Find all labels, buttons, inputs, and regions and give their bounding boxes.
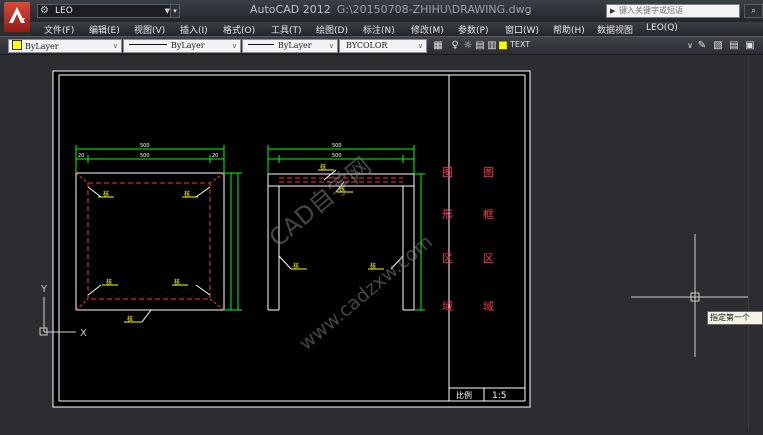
label-e: 核	[127, 315, 133, 323]
dim-inner: 500	[140, 153, 150, 159]
panel1-char-2: 区	[442, 252, 453, 265]
layer-dropdown[interactable]: ByLayer ∨	[8, 39, 122, 53]
color-swatch	[12, 40, 22, 50]
linetype-value: ByLayer	[171, 41, 205, 50]
file-path: G:\20150708-ZHIHU\DRAWING.dwg	[336, 3, 532, 16]
dim-total: 500	[140, 143, 150, 149]
panel1-char-3: 域	[442, 300, 453, 313]
triangle-right-icon: ▶	[610, 7, 616, 15]
view2-label-a: 核	[320, 163, 326, 171]
menu-format[interactable]: 格式(O)	[223, 23, 255, 36]
chevron-down-icon: ∨	[112, 42, 118, 50]
quick-access-dropdown[interactable]: ▾	[170, 4, 180, 18]
drawing-viewport[interactable]: 比例 1:5 500 500 20 20 核 核 核 核 核 500 500 核…	[6, 56, 748, 430]
plotstyle-dropdown[interactable]: BYCOLOR ∨	[339, 39, 427, 53]
ucs-y-label: Y	[40, 284, 48, 295]
text-style-value[interactable]: TEXT	[510, 40, 530, 49]
lightbulb-icon[interactable]: ♀	[449, 40, 461, 52]
title-bar: ⚙ LEO ▼ ▾ AutoCAD 2012 G:\20150708-ZHIHU\…	[0, 0, 763, 22]
label-a: 核	[103, 190, 109, 198]
dim-side-left: 20	[78, 153, 84, 159]
multileader-style-icon[interactable]: ▤	[728, 40, 740, 52]
panel2-char-1: 框	[483, 208, 494, 221]
help-search-input[interactable]: ▶ 键入关键字或短语	[606, 4, 740, 18]
view2-label-d: 核	[370, 262, 376, 270]
layer-value: ByLayer	[25, 42, 59, 51]
chevron-down-icon: ∨	[328, 42, 334, 50]
panel2-char-0: 图	[483, 166, 494, 179]
dimension-style-icon[interactable]: ✎	[696, 40, 708, 52]
lineweight-dropdown[interactable]: ByLayer ∨	[242, 39, 338, 53]
workspace-label: LEO	[55, 6, 73, 16]
chevron-down-icon: ∨	[231, 42, 237, 50]
panel2-char-3: 域	[483, 300, 494, 313]
line-sample	[129, 44, 167, 45]
view2-label-c: 核	[293, 262, 299, 270]
label-c: 核	[106, 278, 112, 286]
window-title: AutoCAD 2012 G:\20150708-ZHIHU\DRAWING.dw…	[250, 3, 532, 16]
label-b: 核	[184, 190, 190, 198]
app-name: AutoCAD 2012	[250, 3, 331, 16]
properties-toolbar: ByLayer ∨ ByLayer ∨ ByLayer ∨ BYCOLOR ∨ …	[0, 36, 763, 55]
lineweight-value: ByLayer	[278, 41, 312, 50]
menu-insert[interactable]: 插入(I)	[180, 23, 208, 36]
search-icon[interactable]: ⌕	[744, 4, 763, 18]
search-placeholder: 键入关键字或短语	[619, 6, 683, 15]
vertical-scrollbar[interactable]	[748, 56, 763, 430]
command-prompt-tooltip: 指定第一个	[707, 311, 763, 325]
menu-modify[interactable]: 修改(M)	[411, 23, 444, 36]
menu-view[interactable]: 视图(V)	[134, 23, 165, 36]
panel1-char-0: 图	[442, 166, 453, 179]
menu-bar: 文件(F) 编辑(E) 视图(V) 插入(I) 格式(O) 工具(T) 绘图(D…	[30, 22, 763, 36]
autocad-logo-icon[interactable]	[4, 2, 30, 32]
menu-file[interactable]: 文件(F)	[44, 23, 74, 36]
menu-tools[interactable]: 工具(T)	[271, 23, 302, 36]
menu-data-view[interactable]: 数据视图	[597, 23, 633, 36]
menu-parameter[interactable]: 参数(P)	[458, 23, 488, 36]
dim-side-right: 20	[212, 153, 218, 159]
menu-dimension[interactable]: 标注(N)	[363, 23, 395, 36]
menu-help[interactable]: 帮助(H)	[553, 23, 585, 36]
drawing-canvas[interactable]: 比例 1:5 500 500 20 20 核 核 核 核 核 500 500 核…	[6, 56, 748, 430]
menu-leo[interactable]: LEO(Q)	[646, 23, 678, 33]
label-d: 核	[174, 278, 180, 286]
logo-glyph-icon	[9, 7, 25, 23]
table-style-icon[interactable]: ▧	[712, 40, 724, 52]
layer-properties-icon[interactable]: ▦	[432, 40, 444, 52]
menu-edit[interactable]: 编辑(E)	[89, 23, 120, 36]
dim-total-2: 500	[332, 143, 342, 149]
panel1-char-1: 形	[442, 208, 453, 221]
linetype-dropdown[interactable]: ByLayer ∨	[123, 39, 241, 53]
layout-icon[interactable]: ▣	[744, 40, 756, 52]
ucs-x-label: X	[80, 328, 87, 339]
workspace-selector[interactable]: ⚙ LEO ▼	[37, 4, 174, 18]
dim-inner-2: 500	[332, 153, 342, 159]
gear-icon: ⚙	[40, 5, 49, 16]
menu-draw[interactable]: 绘图(D)	[316, 23, 348, 36]
crosshair-cursor	[631, 234, 748, 357]
layer-color-icon[interactable]: ■	[497, 40, 509, 52]
layer-lock-icon[interactable]: ▤	[474, 40, 486, 52]
scale-value: 1:5	[492, 391, 506, 401]
plotstyle-value: BYCOLOR	[346, 41, 388, 50]
sun-icon[interactable]: ☼	[462, 40, 474, 52]
scale-label: 比例	[456, 390, 472, 400]
line-sample	[248, 44, 274, 45]
chevron-down-icon: ∨	[417, 42, 423, 50]
menu-window[interactable]: 窗口(W)	[505, 23, 539, 36]
panel2-char-2: 区	[483, 252, 494, 265]
chevron-down-icon[interactable]: ∨	[684, 40, 696, 52]
